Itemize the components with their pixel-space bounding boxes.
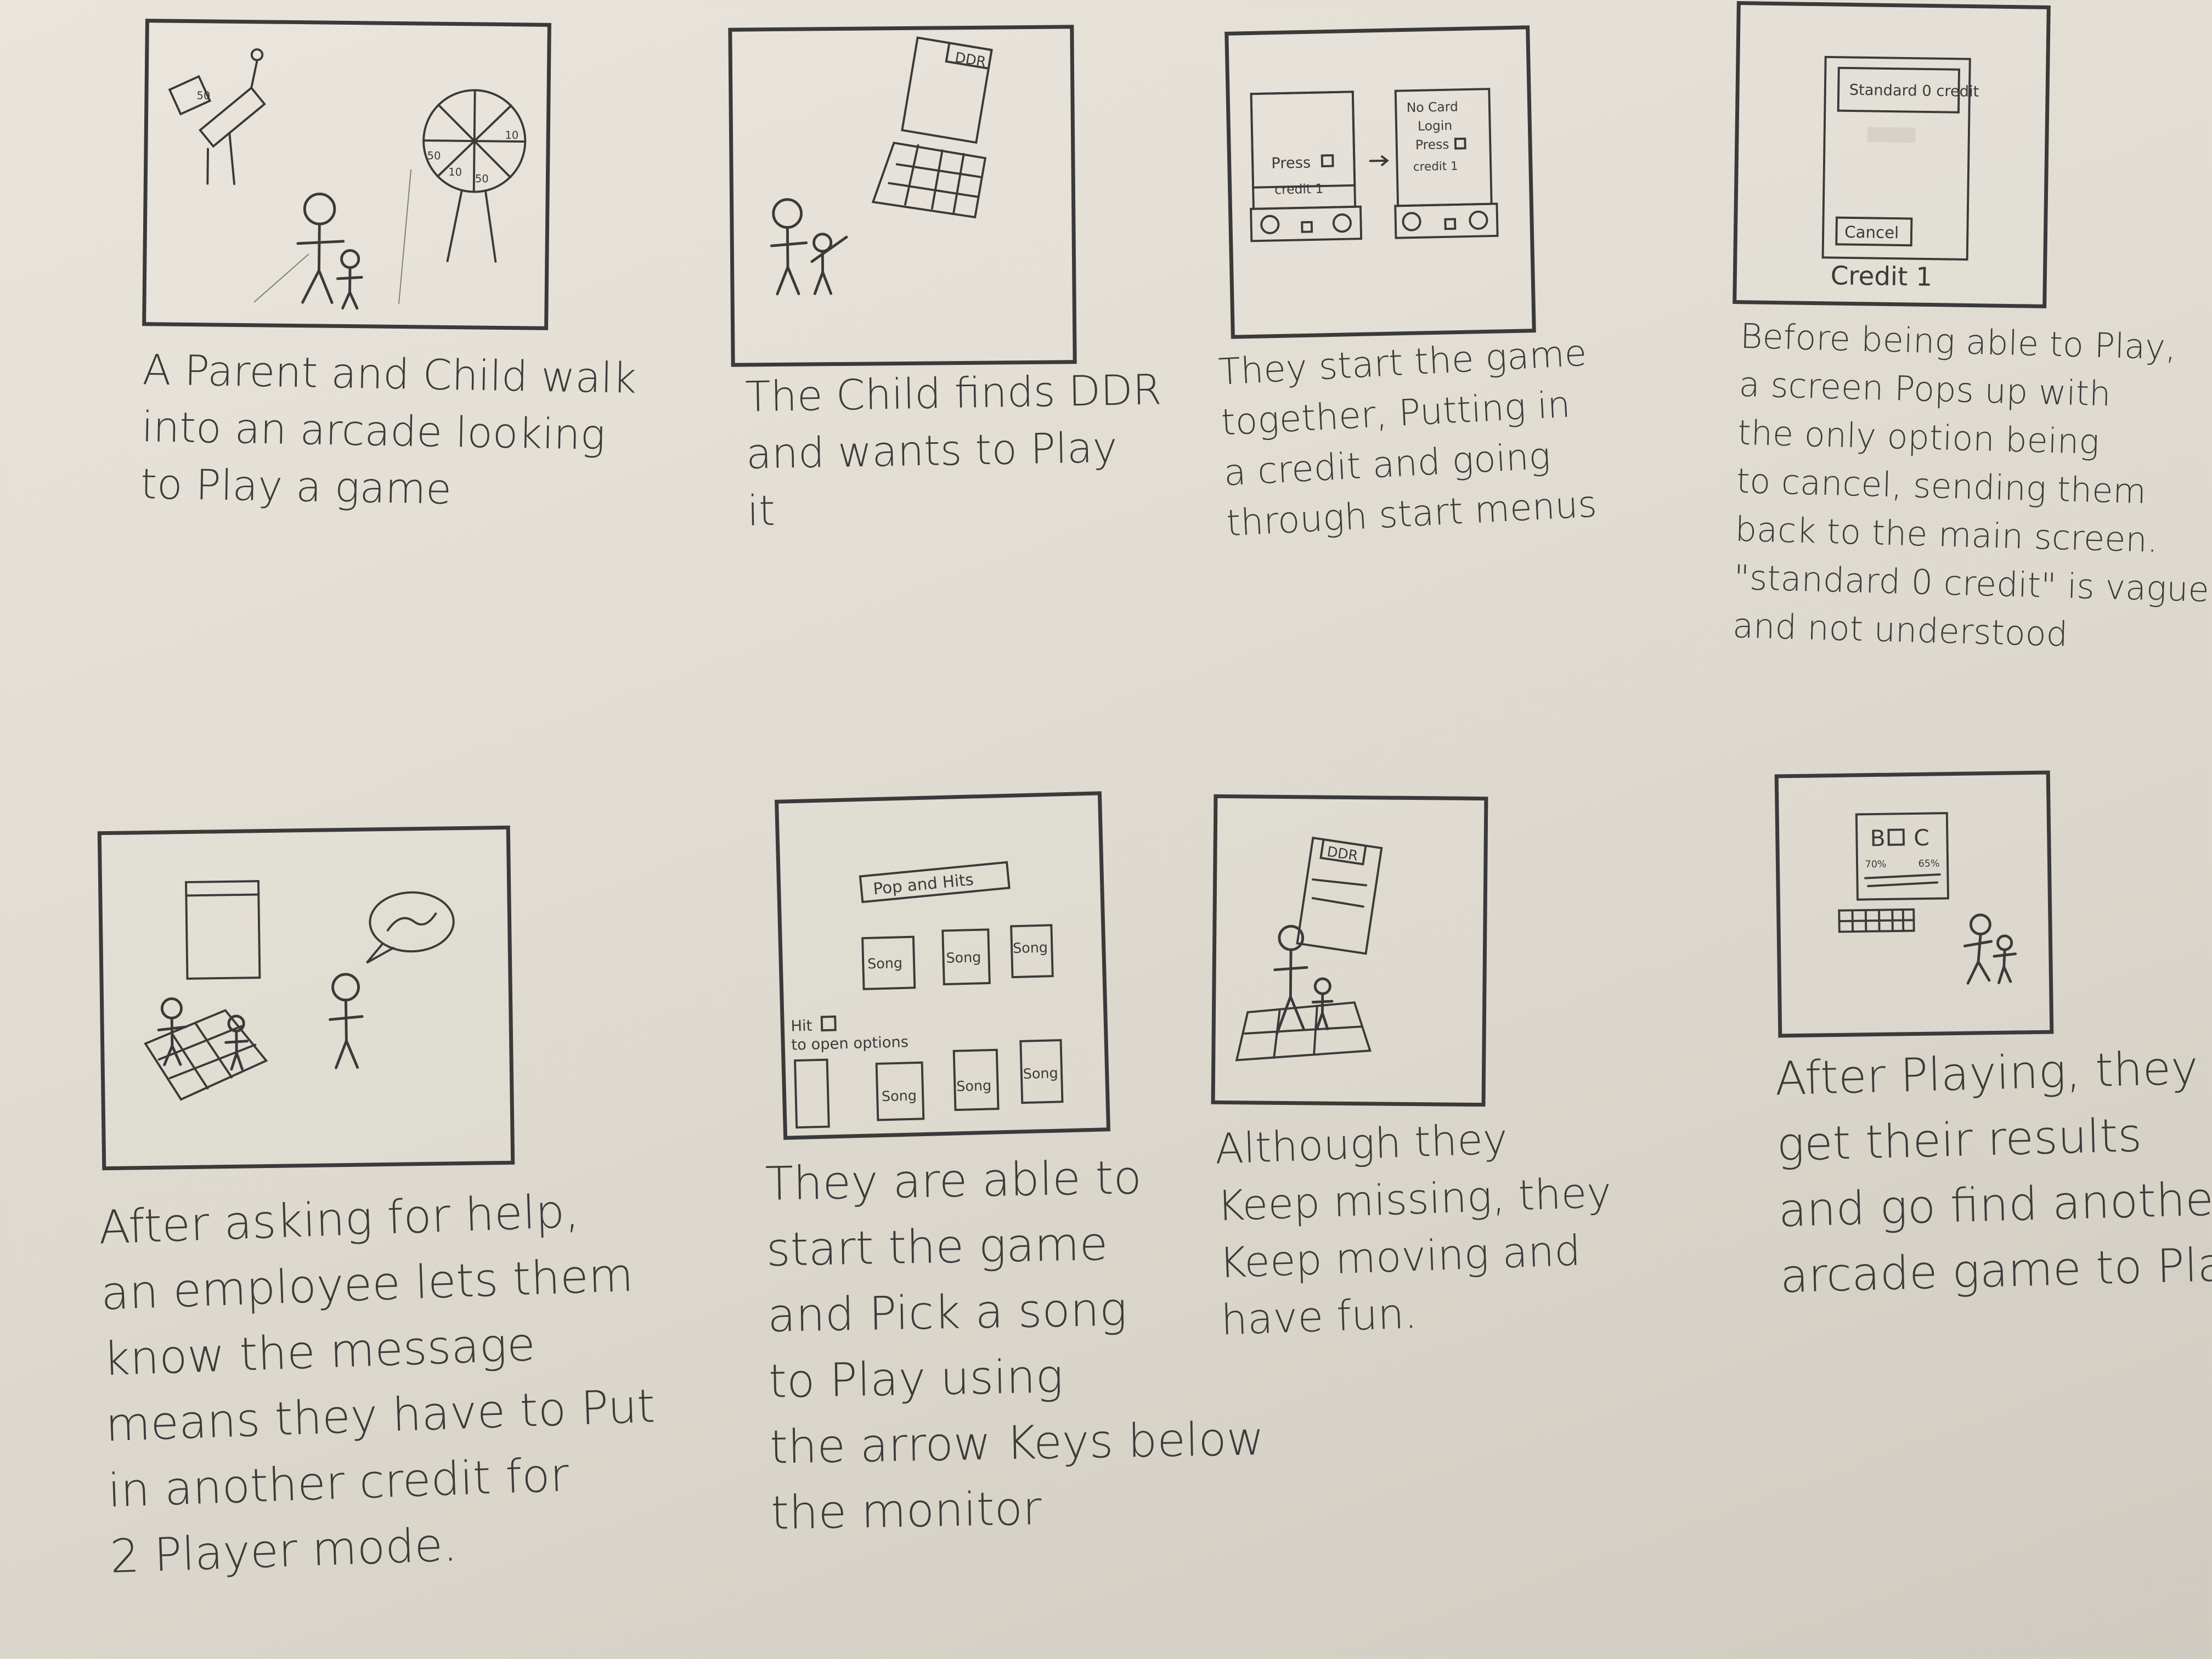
panel-3-frame: Press credit 1 No Card Login Press credi… [1224, 25, 1536, 339]
p3-label-1: credit 1 [1274, 181, 1324, 198]
panel-4-frame: Standard 0 credit Cancel Credit 1 [1733, 1, 2051, 308]
p3-label-0: Press [1271, 154, 1311, 172]
panel-8-caption: After Playing, they get their results an… [1774, 1034, 2212, 1309]
panel-8-sketch: B C 70% 65% [1838, 812, 2017, 985]
p6-label-8: Song [1023, 1065, 1058, 1082]
p4-label-2: Credit 1 [1830, 261, 1932, 292]
caption-line: the monitor [770, 1481, 1042, 1540]
caption-line: After Playing, they [1774, 1041, 2199, 1106]
panel-6-caption: They are able to start the game and Pick… [765, 1142, 1266, 1546]
p3-label-4: Press [1415, 137, 1449, 153]
panel-5-frame [97, 825, 515, 1171]
caption-line: and wants to Play [746, 422, 1118, 478]
p3-label-5: credit 1 [1413, 160, 1458, 174]
p1-label-1: 50 [427, 149, 441, 162]
p8-label-2: 70% [1865, 859, 1887, 871]
panel-3-sketch: Press credit 1 No Card Login Press credi… [1250, 88, 1499, 242]
p6-label-2: Song [946, 949, 981, 966]
caption-line: and Pick a song [767, 1282, 1128, 1342]
panel-6-frame: Pop and Hits Song Song Song Hit to open … [774, 791, 1111, 1140]
panel-1-frame: 50 50 10 10 50 [142, 19, 551, 330]
panel-7-caption: Although they Keep missing, they Keep mo… [1214, 1107, 1616, 1349]
caption-line: the arrow Keys below [769, 1412, 1265, 1474]
p4-label-1: Cancel [1844, 223, 1899, 242]
panel-8-frame: B C 70% 65% [1774, 770, 2054, 1038]
p7-label-0: DDR [1326, 844, 1359, 864]
caption-line: and go find another [1778, 1171, 2212, 1238]
panel-4-sketch: Standard 0 credit Cancel Credit 1 [1821, 55, 1979, 292]
p6-label-5: to open options [791, 1034, 909, 1054]
panel-2-frame: DDR [728, 25, 1077, 367]
caption-line: it [747, 486, 776, 535]
panel-7-frame: DDR [1211, 794, 1488, 1107]
p3-label-2: No Card [1407, 99, 1458, 115]
caption-line: They are able to [764, 1150, 1142, 1211]
p8-label-1: C [1914, 825, 1929, 851]
p3-label-3: Login [1418, 118, 1453, 134]
panel-3-caption: They start the game together, Putting in… [1217, 328, 1598, 549]
panel-2-sketch: DDR [770, 36, 993, 296]
panel-1-sketch: 50 50 10 10 50 [168, 48, 527, 310]
caption-line: get their results [1776, 1108, 2143, 1172]
caption-line: into an arcade looking [141, 402, 606, 459]
caption-line: start the game [766, 1217, 1108, 1277]
caption-line: arcade game to Play [1779, 1237, 2212, 1304]
panel-6-sketch: Pop and Hits Song Song Song Hit to open … [791, 861, 1064, 1129]
p6-label-3: Song [1013, 939, 1048, 956]
caption-line: A Parent and Child walk [142, 345, 637, 403]
p1-label-2: 10 [505, 129, 518, 142]
panel-1-caption: A Parent and Child walk into an arcade l… [140, 341, 637, 521]
caption-line: to Play using [768, 1349, 1064, 1408]
p1-label-4: 50 [475, 172, 489, 185]
p6-label-4: Hit [791, 1018, 812, 1035]
panel-4-caption: Before being able to Play, a screen Pops… [1732, 312, 2212, 662]
p6-label-6: Song [882, 1087, 917, 1104]
p8-label-3: 65% [1918, 858, 1940, 870]
panel-5-sketch [144, 880, 455, 1101]
p8-label-0: B [1870, 825, 1886, 851]
caption-line: The Child finds DDR [744, 365, 1163, 421]
p1-label-3: 10 [448, 166, 462, 178]
p2-label-0: DDR [954, 49, 988, 70]
p6-label-7: Song [956, 1077, 992, 1094]
panel-7-sketch: DDR [1235, 837, 1383, 1062]
caption-line: to Play a game [140, 459, 452, 514]
p4-label-0: Standard 0 credit [1849, 82, 1979, 100]
p1-label-0: 50 [196, 89, 210, 102]
p6-label-1: Song [867, 955, 903, 972]
panel-2-caption: The Child finds DDR and wants to Play it [744, 361, 1164, 539]
panel-5-caption: After asking for help, an employee lets … [98, 1176, 661, 1590]
storyboard-sheet: 50 50 10 10 50 A Parent and Child walk i… [0, 0, 2212, 1659]
